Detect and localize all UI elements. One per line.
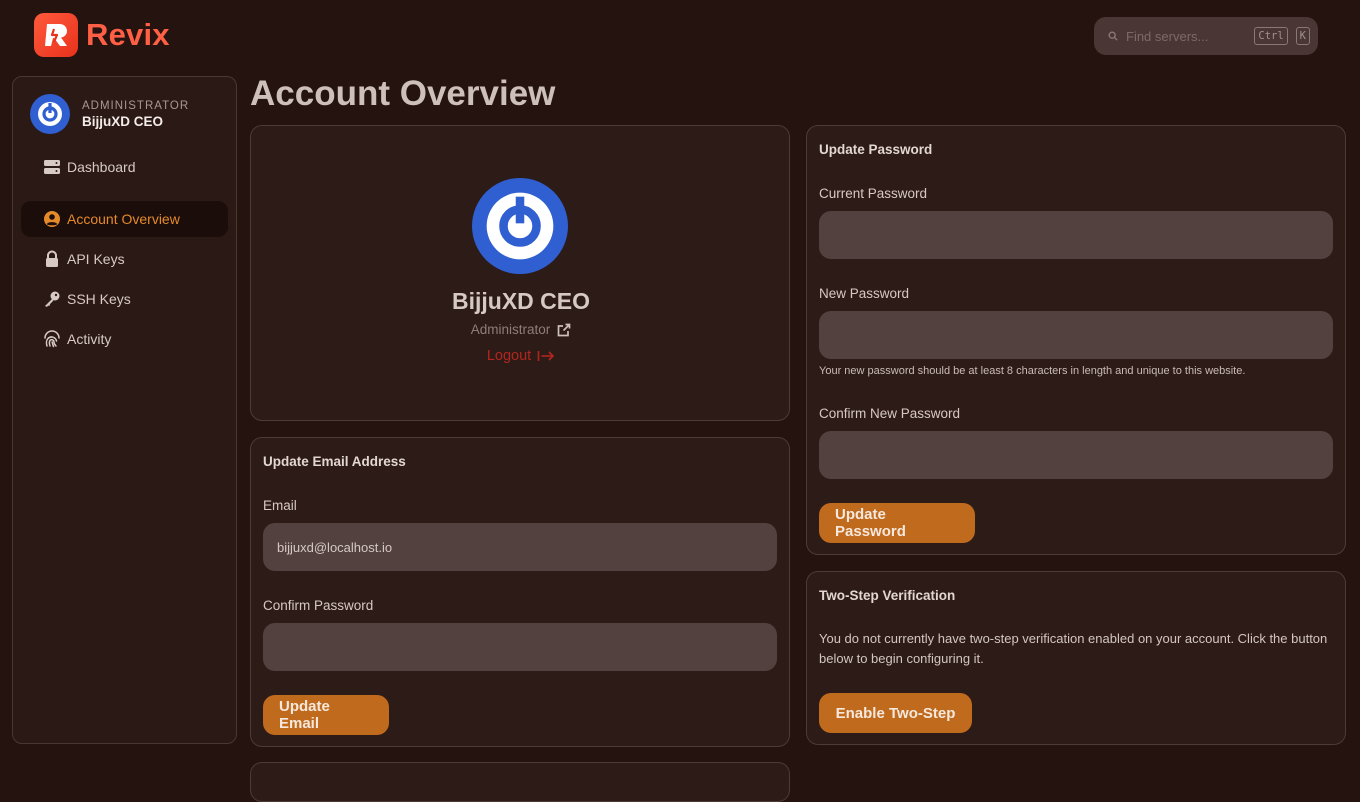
brand-logo[interactable]: Revix [34, 13, 170, 57]
search-bar[interactable]: Find servers... Ctrl K [1094, 17, 1318, 55]
profile-avatar [472, 178, 568, 274]
shortcut-k: K [1295, 27, 1310, 45]
card-title: Two-Step Verification [819, 588, 956, 603]
logo-mark-icon [34, 13, 78, 57]
update-email-card: Update Email Address Email bijjuxd@local… [250, 437, 790, 747]
profile-card: BijjuXD CEO Administrator Logout [250, 125, 790, 421]
email-field[interactable]: bijjuxd@localhost.io [263, 523, 777, 571]
sidebar-item-account-overview[interactable]: Account Overview [21, 201, 228, 237]
search-icon [1108, 31, 1118, 41]
fingerprint-icon [44, 330, 60, 348]
shortcut-ctrl: Ctrl [1254, 27, 1288, 45]
sidebar: ADMINISTRATOR BijjuXD CEO Dashboard Acco… [12, 76, 237, 744]
key-icon [45, 291, 60, 307]
avatar [30, 94, 70, 134]
next-card [250, 762, 790, 802]
power-logo-icon [486, 192, 554, 260]
logout-arrow-icon [537, 351, 555, 361]
password-hint: Your new password should be at least 8 c… [819, 365, 1246, 377]
confirm-new-password-field[interactable] [819, 431, 1333, 479]
sidebar-item-label: Dashboard [67, 159, 136, 175]
page-title: Account Overview [250, 74, 556, 113]
card-title: Update Email Address [263, 454, 406, 469]
sidebar-item-dashboard[interactable]: Dashboard [21, 149, 228, 185]
two-step-card: Two-Step Verification You do not current… [806, 571, 1346, 745]
current-password-field[interactable] [819, 211, 1333, 259]
sidebar-item-activity[interactable]: Activity [21, 321, 228, 357]
update-password-card: Update Password Current Password New Pas… [806, 125, 1346, 555]
confirm-new-password-label: Confirm New Password [819, 406, 961, 421]
server-icon [44, 160, 60, 174]
sidebar-item-label: Account Overview [67, 211, 180, 227]
current-password-label: Current Password [819, 186, 928, 201]
sidebar-user[interactable]: ADMINISTRATOR BijjuXD CEO [30, 94, 189, 134]
new-password-label: New Password [819, 286, 910, 301]
user-name: BijjuXD CEO [82, 113, 164, 129]
sidebar-item-label: Activity [67, 331, 112, 347]
sidebar-item-api-keys[interactable]: API Keys [21, 241, 228, 277]
user-role: ADMINISTRATOR [82, 99, 190, 112]
external-link-icon [557, 323, 571, 336]
two-step-description: You do not currently have two-step verif… [819, 631, 1328, 666]
user-circle-icon [44, 211, 60, 227]
update-email-button[interactable]: Update Email [263, 695, 389, 735]
power-logo-icon [38, 102, 62, 126]
sidebar-item-label: API Keys [67, 251, 125, 267]
profile-role: Administrator [470, 322, 551, 337]
enable-two-step-button[interactable]: Enable Two-Step [819, 693, 972, 733]
lock-icon [46, 250, 58, 267]
update-password-button[interactable]: Update Password [819, 503, 975, 543]
card-title: Update Password [819, 142, 933, 157]
brand-name: Revix [86, 17, 170, 52]
new-password-field[interactable] [819, 311, 1333, 359]
profile-role-link[interactable]: Administrator [251, 322, 791, 337]
logout-label: Logout [486, 348, 532, 364]
email-label: Email [263, 498, 297, 513]
profile-name: BijjuXD CEO [451, 288, 590, 314]
confirm-password-label: Confirm Password [263, 598, 374, 613]
sidebar-item-ssh-keys[interactable]: SSH Keys [21, 281, 228, 317]
logout-link[interactable]: Logout [251, 348, 791, 364]
sidebar-item-label: SSH Keys [67, 291, 131, 307]
confirm-password-field[interactable] [263, 623, 777, 671]
search-placeholder: Find servers... [1126, 28, 1209, 44]
